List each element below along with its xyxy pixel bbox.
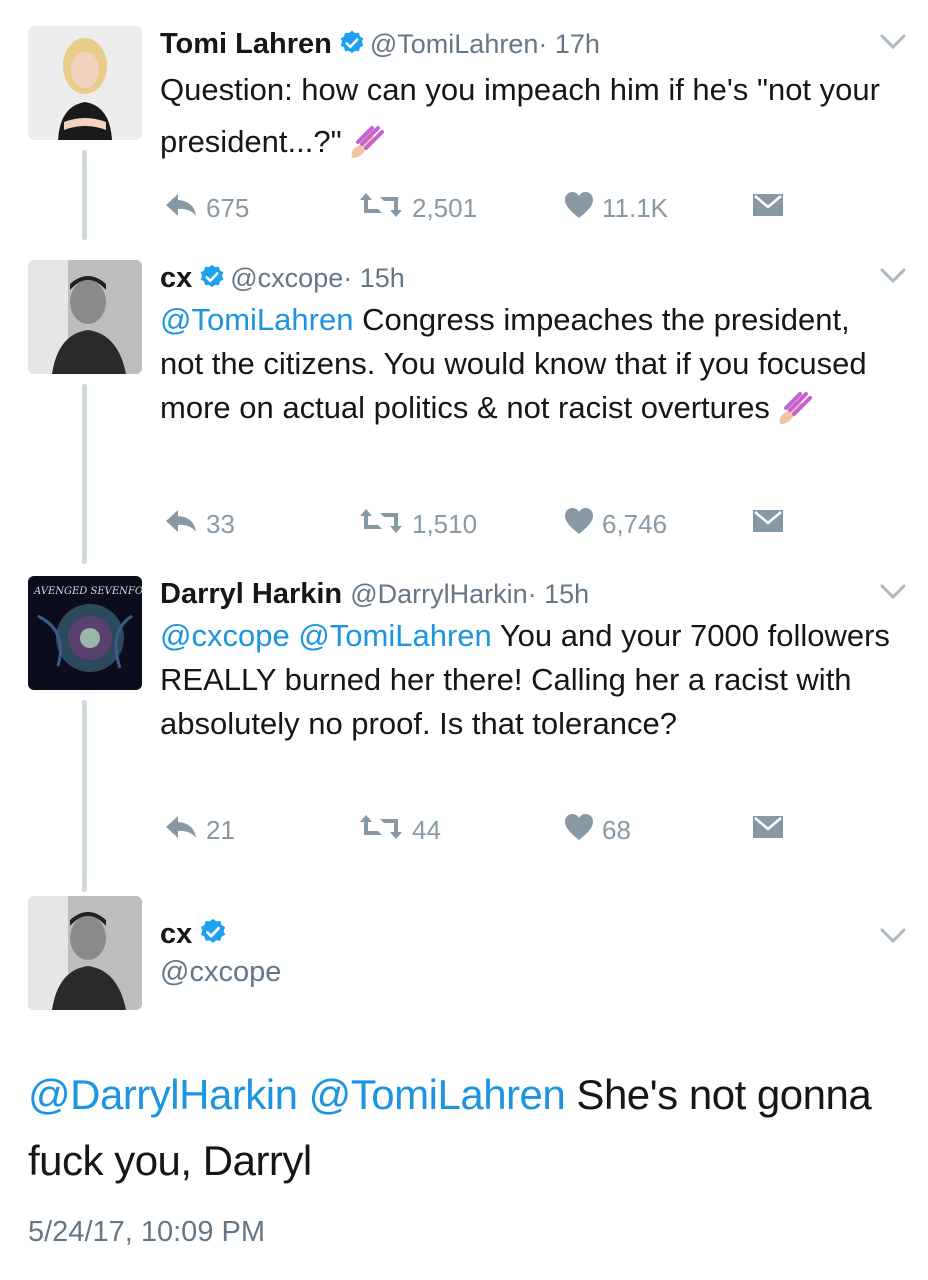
mention-link[interactable]: @TomiLahren xyxy=(309,1071,566,1118)
time[interactable]: · 15h xyxy=(343,263,405,293)
like-icon xyxy=(564,191,602,226)
chevron-down-icon[interactable] xyxy=(880,268,906,289)
time[interactable]: · 17h xyxy=(538,29,600,59)
reply-button[interactable]: 21 xyxy=(164,810,235,850)
tweet-tomi[interactable]: Tomi Lahren @TomiLahren· 17h Question: ho… xyxy=(0,26,928,240)
nail-polish-emoji xyxy=(348,124,388,176)
tweet-header: Tomi Lahren @TomiLahren· 17h xyxy=(160,26,600,66)
reply-count: 33 xyxy=(206,508,235,539)
avatar-darryl[interactable]: AVENGED SEVENFOLD xyxy=(28,576,142,690)
retweet-button[interactable]: 44 xyxy=(358,810,441,850)
avatar-cx[interactable] xyxy=(28,896,142,1010)
verified-badge-icon xyxy=(198,917,228,956)
reply-button[interactable]: 33 xyxy=(164,504,235,544)
retweet-icon xyxy=(358,813,412,848)
tweet-header: cx @cxcope· 15h xyxy=(160,260,405,300)
focused-tweet-text: @DarrylHarkin @TomiLahren She's not gonn… xyxy=(28,1062,908,1194)
tweet-handle-row: @cxcope xyxy=(160,954,281,990)
handle[interactable]: @DarrylHarkin xyxy=(350,579,527,609)
chevron-down-icon[interactable] xyxy=(880,928,906,949)
like-button[interactable]: 11.1K xyxy=(564,188,668,228)
tweet-cx-1[interactable]: cx @cxcope· 15h @TomiLahren Congress impe… xyxy=(0,260,928,564)
tweet-header: Darryl Harkin @DarrylHarkin· 15h xyxy=(160,576,589,612)
mention-link[interactable]: @TomiLahren xyxy=(160,302,353,337)
tweet-text: @TomiLahren Congress impeaches the presi… xyxy=(160,298,880,438)
like-button[interactable]: 68 xyxy=(564,810,631,850)
mention-link[interactable]: @TomiLahren xyxy=(298,618,491,653)
retweet-icon xyxy=(358,507,412,542)
reply-button[interactable]: 675 xyxy=(164,188,249,228)
display-name[interactable]: cx xyxy=(160,262,192,294)
mention-link[interactable]: @cxcope xyxy=(160,618,290,653)
avatar-cx[interactable] xyxy=(28,260,142,374)
verified-badge-icon xyxy=(198,263,226,300)
avatar-tomi[interactable] xyxy=(28,26,142,140)
tweet-darryl[interactable]: AVENGED SEVENFOLD Darryl Harkin @DarrylH… xyxy=(0,576,928,892)
reply-icon xyxy=(164,508,206,541)
thread-line xyxy=(82,150,87,240)
like-button[interactable]: 6,746 xyxy=(564,504,667,544)
reply-icon xyxy=(164,814,206,847)
thread-line xyxy=(82,700,87,892)
tweet-text-body: Question: how can you impeach him if he'… xyxy=(160,72,880,159)
retweet-button[interactable]: 2,501 xyxy=(358,188,477,228)
display-name[interactable]: Darryl Harkin xyxy=(160,578,342,610)
thread-line xyxy=(82,384,87,564)
mention-link[interactable]: @DarrylHarkin xyxy=(28,1071,298,1118)
retweet-count: 44 xyxy=(412,814,441,845)
tweet-actions: 675 2,501 11.1K xyxy=(160,188,860,228)
like-icon xyxy=(564,813,602,848)
retweet-button[interactable]: 1,510 xyxy=(358,504,477,544)
avatar-album-text: AVENGED SEVENFOLD xyxy=(33,586,142,597)
handle[interactable]: @cxcope xyxy=(230,263,343,293)
dm-icon xyxy=(752,509,792,540)
time[interactable]: · 15h xyxy=(528,579,590,609)
tweet-actions: 33 1,510 6,746 xyxy=(160,504,860,544)
focused-tweet[interactable]: cx @cxcope xyxy=(0,896,928,1026)
dm-icon xyxy=(752,815,792,846)
nail-polish-emoji xyxy=(776,390,816,438)
tweet-header: cx xyxy=(160,916,232,956)
chevron-down-icon[interactable] xyxy=(880,34,906,55)
reply-count: 675 xyxy=(206,192,250,223)
like-count: 11.1K xyxy=(602,192,669,223)
handle[interactable]: @cxcope xyxy=(160,956,281,988)
dm-button[interactable] xyxy=(752,188,792,228)
retweet-icon xyxy=(358,191,412,226)
retweet-count: 1,510 xyxy=(412,508,478,539)
handle[interactable]: @TomiLahren xyxy=(370,29,539,59)
dm-icon xyxy=(752,193,792,224)
dm-button[interactable] xyxy=(752,504,792,544)
reply-count: 21 xyxy=(206,814,235,845)
like-count: 68 xyxy=(602,814,631,845)
tweet-timestamp[interactable]: 5/24/17, 10:09 PM xyxy=(28,1216,265,1249)
verified-badge-icon xyxy=(338,29,366,66)
display-name[interactable]: cx xyxy=(160,918,192,950)
tweet-text: Question: how can you impeach him if he'… xyxy=(160,64,900,176)
like-count: 6,746 xyxy=(602,508,668,539)
tweet-actions: 21 44 68 xyxy=(160,810,860,850)
like-icon xyxy=(564,507,602,542)
tweet-text: @cxcope @TomiLahren You and your 7000 fo… xyxy=(160,614,910,746)
dm-button[interactable] xyxy=(752,810,792,850)
reply-icon xyxy=(164,192,206,225)
display-name[interactable]: Tomi Lahren xyxy=(160,28,332,60)
chevron-down-icon[interactable] xyxy=(880,584,906,605)
retweet-count: 2,501 xyxy=(412,192,478,223)
